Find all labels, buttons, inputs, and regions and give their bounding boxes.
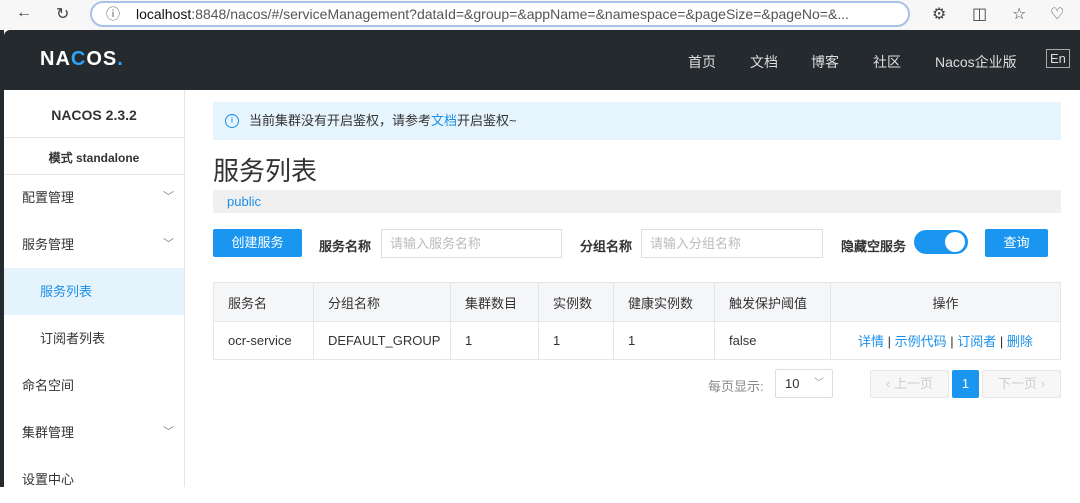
sidebar-item-config[interactable]: 配置管理 ﹀ — [4, 174, 184, 221]
sidebar: NACOS 2.3.2 模式 standalone 配置管理 ﹀ 服务管理 ﹀ 服务… — [4, 90, 185, 487]
nav-docs[interactable]: 文档 — [750, 52, 778, 72]
page-size-select[interactable]: 10 ﹀ — [775, 369, 833, 398]
refresh-icon[interactable]: ↻ — [56, 4, 69, 24]
group-name-label: 分组名称 — [580, 239, 633, 254]
hide-empty-label: 隐藏空服务 — [841, 239, 907, 254]
delete-link[interactable]: 删除 — [1007, 334, 1033, 349]
auth-notice: i 当前集群没有开启鉴权，请参考文档开启鉴权~ — [213, 102, 1061, 140]
nav-enterprise[interactable]: Nacos企业版 — [935, 52, 1017, 72]
docs-link[interactable]: 文档 — [431, 113, 457, 128]
create-service-button[interactable]: 创建服务 — [213, 229, 302, 257]
top-nav: NACOS. 首页 文档 博客 社区 Nacos企业版 En — [4, 30, 1080, 90]
extensions-icon[interactable]: ⚙ — [932, 4, 946, 24]
info-icon: ⓘ — [106, 6, 120, 22]
chevron-down-icon: ﹀ — [814, 378, 824, 389]
language-toggle[interactable]: En — [1046, 49, 1070, 68]
service-table: 服务名 分组名称 集群数目 实例数 健康实例数 触发保护阈值 操作 ocr-se… — [213, 282, 1061, 360]
next-page-button[interactable]: 下一页 › — [982, 370, 1061, 398]
nav-community[interactable]: 社区 — [873, 52, 901, 72]
info-icon: i — [225, 114, 239, 128]
back-icon[interactable]: ← — [16, 4, 32, 22]
nav-blog[interactable]: 博客 — [811, 52, 839, 72]
page-size-label: 每页显示: — [708, 379, 764, 394]
divider — [4, 137, 184, 138]
browser-toolbar: ← ↻ ⓘ localhost:8848/nacos/#/serviceMana… — [0, 0, 1080, 30]
sidebar-item-service-management[interactable]: 服务管理 ﹀ — [4, 221, 184, 268]
chevron-down-icon: ﹀ — [163, 238, 174, 250]
sidebar-item-service-list[interactable]: 服务列表 — [4, 268, 184, 315]
table-header: 服务名 分组名称 集群数目 实例数 健康实例数 触发保护阈值 操作 — [213, 282, 1061, 322]
sidebar-item-settings[interactable]: 设置中心 — [4, 456, 184, 503]
nav-home[interactable]: 首页 — [688, 52, 716, 72]
namespace-tab-public[interactable]: public — [213, 190, 1061, 213]
favorites-icon[interactable]: ☆ — [1012, 4, 1026, 24]
sample-code-link[interactable]: 示例代码 — [895, 334, 947, 349]
mode-label: 模式 standalone — [48, 151, 140, 165]
service-name-label: 服务名称 — [319, 239, 372, 254]
address-bar[interactable]: ⓘ localhost:8848/nacos/#/serviceManageme… — [90, 1, 910, 27]
details-link[interactable]: 详情 — [858, 334, 884, 349]
hide-empty-toggle[interactable] — [914, 230, 968, 254]
table-row: ocr-service DEFAULT_GROUP 1 1 1 false 详情… — [213, 321, 1061, 360]
service-name-input[interactable]: 请输入服务名称 — [381, 229, 562, 258]
query-button[interactable]: 查询 — [985, 229, 1048, 257]
prev-page-button[interactable]: ‹ 上一页 — [870, 370, 949, 398]
sidebar-item-namespace[interactable]: 命名空间 — [4, 362, 184, 409]
row-actions: 详情 | 示例代码 | 订阅者 | 删除 — [830, 321, 1061, 360]
chevron-down-icon: ﹀ — [163, 191, 174, 203]
version-label: NACOS 2.3.2 — [51, 107, 137, 123]
health-icon[interactable]: ♡ — [1050, 4, 1064, 24]
subscribers-link[interactable]: 订阅者 — [957, 334, 996, 349]
split-screen-icon[interactable]: ◫ — [972, 4, 987, 24]
page-1-button[interactable]: 1 — [952, 370, 979, 398]
sidebar-item-cluster[interactable]: 集群管理 ﹀ — [4, 409, 184, 456]
nacos-logo[interactable]: NACOS. — [40, 48, 124, 71]
chevron-down-icon: ﹀ — [163, 426, 174, 438]
group-name-input[interactable]: 请输入分组名称 — [641, 229, 823, 258]
page-title: 服务列表 — [213, 156, 318, 186]
sidebar-item-subscribers[interactable]: 订阅者列表 — [4, 315, 184, 362]
